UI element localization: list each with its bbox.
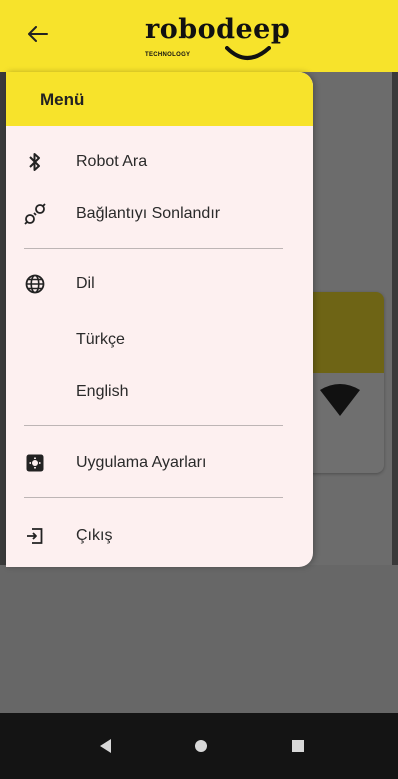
app-bar: robodeep TECHNOLOGY bbox=[0, 0, 398, 72]
menu-divider bbox=[24, 248, 283, 249]
plug-disconnect-icon bbox=[24, 203, 46, 225]
nav-recents-icon bbox=[292, 740, 304, 752]
menu-item-label: English bbox=[76, 383, 129, 400]
logo-subtitle: TECHNOLOGY bbox=[145, 52, 191, 58]
menu-divider bbox=[24, 425, 283, 426]
nav-back-icon bbox=[100, 739, 111, 753]
drawer-title: Menü bbox=[40, 90, 85, 109]
menu-item-label: Bağlantıyı Sonlandır bbox=[76, 205, 221, 222]
navigation-drawer: Menü Robot Ara Bağlantıyı Sonlandır Dil … bbox=[6, 72, 313, 567]
menu-item-label: Dil bbox=[76, 275, 95, 292]
nav-back-button[interactable] bbox=[92, 733, 118, 759]
logo-smile-icon bbox=[225, 46, 271, 60]
globe-icon bbox=[24, 273, 46, 295]
menu-divider bbox=[24, 497, 283, 498]
menu-item-cikis[interactable]: Çıkış bbox=[6, 516, 313, 556]
robodeep-logo: robodeep TECHNOLOGY bbox=[139, 8, 290, 68]
menu-item-label: Robot Ara bbox=[76, 153, 148, 170]
nav-recents-button[interactable] bbox=[285, 733, 311, 759]
nav-home-icon bbox=[195, 740, 207, 752]
menu-item-label: Türkçe bbox=[76, 331, 125, 348]
menu-item-uygulama-ayarlari[interactable]: Uygulama Ayarları bbox=[6, 443, 313, 483]
back-button[interactable] bbox=[22, 18, 54, 50]
menu-item-dil[interactable]: Dil bbox=[6, 264, 313, 304]
menu-item-english[interactable]: English bbox=[6, 372, 313, 412]
app-screen: robodeep TECHNOLOGY Menü Robot Ara Bağla… bbox=[0, 0, 398, 779]
arrow-left-icon bbox=[28, 26, 48, 42]
drawer-header: Menü bbox=[6, 72, 313, 126]
menu-item-baglantiyi-sonlandir[interactable]: Bağlantıyı Sonlandır bbox=[6, 194, 313, 234]
bluetooth-icon bbox=[24, 151, 46, 173]
logo-text: robodeep bbox=[145, 14, 291, 45]
background-content bbox=[0, 565, 398, 713]
nav-home-button[interactable] bbox=[188, 733, 214, 759]
logout-icon bbox=[24, 525, 46, 547]
menu-item-turkce[interactable]: Türkçe bbox=[6, 320, 313, 360]
settings-box-icon bbox=[24, 452, 46, 474]
menu-item-label: Uygulama Ayarları bbox=[76, 454, 207, 471]
system-navigation-bar bbox=[0, 713, 398, 779]
menu-item-robot-ara[interactable]: Robot Ara bbox=[6, 142, 313, 182]
menu-item-label: Çıkış bbox=[76, 527, 113, 544]
wifi-icon bbox=[320, 384, 360, 423]
